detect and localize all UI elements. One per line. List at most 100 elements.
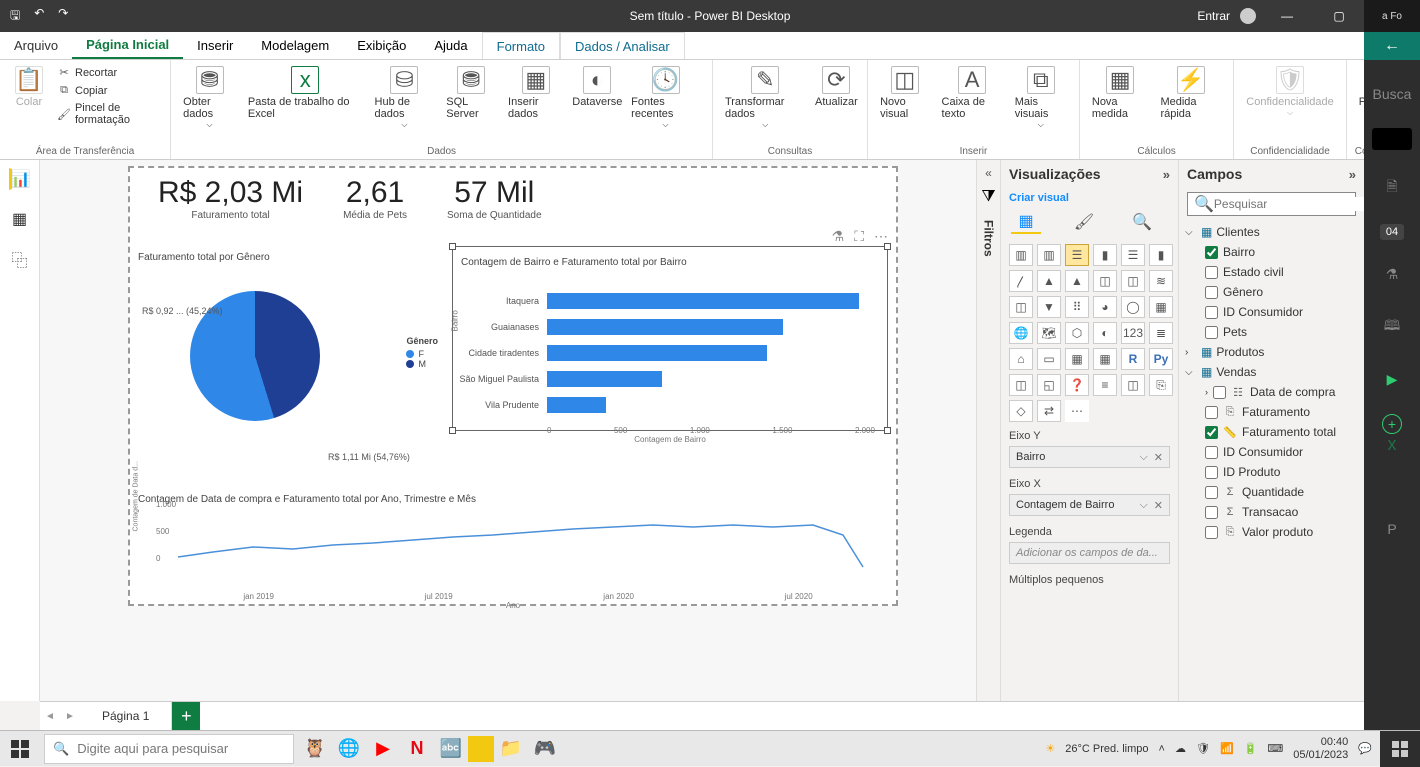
viz-card[interactable]: 123 xyxy=(1121,322,1145,344)
kpi-faturamento[interactable]: R$ 2,03 MiFaturamento total xyxy=(158,176,303,221)
enter-data-button[interactable]: ▦Inserir dados xyxy=(504,64,567,146)
text-box-button[interactable]: ACaixa de texto xyxy=(938,64,1007,146)
taskbar-netflix-icon[interactable]: N xyxy=(400,732,434,766)
focus-mode-icon[interactable]: ⛶ xyxy=(854,228,864,245)
tray-battery-icon[interactable]: 🔋 xyxy=(1244,742,1258,755)
viz-matrix[interactable]: ▦ xyxy=(1093,348,1117,370)
viz-narrative[interactable]: ≡ xyxy=(1093,374,1117,396)
field-faturamento[interactable]: ⎘Faturamento xyxy=(1183,402,1360,422)
page-tab-1[interactable]: Página 1 xyxy=(80,702,172,730)
ext-excel-icon[interactable]: x xyxy=(1388,434,1397,455)
viz-donut[interactable]: ◯ xyxy=(1121,296,1145,318)
viz-stacked-bar[interactable]: ▥ xyxy=(1009,244,1033,266)
viz-100-bar[interactable]: ☰ xyxy=(1121,244,1145,266)
resize-handle[interactable] xyxy=(449,427,456,434)
resize-handle[interactable] xyxy=(449,243,456,250)
table-clientes[interactable]: ⌵▦Clientes xyxy=(1183,222,1360,242)
data-hub-button[interactable]: ⛁Hub de dados⌵ xyxy=(371,64,439,146)
viz-stacked-area[interactable]: ▲ xyxy=(1065,270,1089,292)
viz-goals[interactable]: ◫ xyxy=(1121,374,1145,396)
taskbar-cortana-icon[interactable]: 🦉 xyxy=(298,732,332,766)
remove-field-icon[interactable]: ✕ xyxy=(1154,499,1163,512)
ext-flask-icon[interactable]: ⚗ xyxy=(1380,260,1405,289)
ext-dark-icon[interactable] xyxy=(1372,128,1412,150)
ext-search-label[interactable]: Busca xyxy=(1367,80,1418,108)
weather-icon[interactable]: ☀ xyxy=(1045,742,1055,755)
minimize-icon[interactable]: — xyxy=(1266,0,1308,32)
pie-chart-visual[interactable]: Faturamento total por Gênero R$ 0,92 ...… xyxy=(138,246,448,466)
field-quantidade[interactable]: ΣQuantidade xyxy=(1183,482,1360,502)
fields-search[interactable]: 🔍 xyxy=(1187,192,1356,216)
line-chart-visual[interactable]: Contagem de Data de compra e Faturamento… xyxy=(138,488,888,598)
viz-map[interactable]: 🌐 xyxy=(1009,322,1033,344)
start-button[interactable] xyxy=(0,731,40,767)
viz-clustered-column[interactable]: ▮ xyxy=(1093,244,1117,266)
system-clock[interactable]: 00:4005/01/2023 xyxy=(1293,736,1348,760)
remove-field-icon[interactable]: ✕ xyxy=(1154,451,1163,464)
cut-button[interactable]: ✂Recortar xyxy=(57,66,159,79)
field-transacao[interactable]: ΣTransacao xyxy=(1183,502,1360,522)
viz-qa[interactable]: ❓ xyxy=(1065,374,1089,396)
viz-gauge[interactable]: ◐ xyxy=(1093,322,1117,344)
excel-button[interactable]: xPasta de trabalho do Excel xyxy=(244,64,367,146)
menu-home[interactable]: Página Inicial xyxy=(72,32,183,59)
model-view-icon[interactable]: ⿻ xyxy=(9,248,31,270)
filters-pane-collapsed[interactable]: « ⧩ Filtros xyxy=(976,160,1000,701)
viz-area[interactable]: ▲ xyxy=(1037,270,1061,292)
report-canvas[interactable]: R$ 2,03 MiFaturamento total 2,61Média de… xyxy=(40,160,1000,701)
field-estado-civil[interactable]: Estado civil xyxy=(1183,262,1360,282)
resize-handle[interactable] xyxy=(884,427,891,434)
viz-key-influencers[interactable]: ◫ xyxy=(1009,374,1033,396)
ext-play-icon[interactable]: ▶ xyxy=(1381,365,1404,394)
viz-power-apps[interactable]: ◇ xyxy=(1009,400,1033,422)
viz-table[interactable]: ▦ xyxy=(1065,348,1089,370)
sql-button[interactable]: ⛃SQL Server xyxy=(442,64,500,146)
chevron-right-icon[interactable]: » xyxy=(1163,167,1170,182)
resize-handle[interactable] xyxy=(884,243,891,250)
viz-pie[interactable]: ◕ xyxy=(1093,296,1117,318)
taskbar-translate-icon[interactable]: 🔤 xyxy=(434,732,468,766)
menu-view[interactable]: Exibição xyxy=(343,32,420,59)
format-visual-tab-icon[interactable]: 🖌 xyxy=(1069,210,1099,234)
viz-multi-card[interactable]: ≣ xyxy=(1149,322,1173,344)
chevron-down-icon[interactable]: ⌵ xyxy=(1139,499,1147,512)
field-faturamento-total[interactable]: 📏Faturamento total xyxy=(1183,422,1360,442)
field-genero[interactable]: Gênero xyxy=(1183,282,1360,302)
undo-icon[interactable]: ↶ xyxy=(34,6,44,27)
dataverse-button[interactable]: ◐Dataverse xyxy=(571,64,623,146)
page-prev-icon[interactable]: ◄ xyxy=(40,702,60,730)
menu-insert[interactable]: Inserir xyxy=(183,32,247,59)
new-visual-button[interactable]: ◫Novo visual xyxy=(876,64,933,146)
avatar-icon[interactable] xyxy=(1240,8,1256,24)
get-data-button[interactable]: ⛃Obter dados⌵ xyxy=(179,64,240,146)
taskbar-app-icon[interactable]: 🎮 xyxy=(528,732,562,766)
menu-data[interactable]: Dados / Analisar xyxy=(560,32,685,59)
ext-book-icon[interactable]: 🕮 xyxy=(1378,309,1407,345)
viz-ribbon[interactable]: ≋ xyxy=(1149,270,1173,292)
save-icon[interactable]: 🖫 xyxy=(10,6,20,27)
viz-clustered-bar[interactable]: ☰ xyxy=(1065,244,1089,266)
field-id-consumidor[interactable]: ID Consumidor xyxy=(1183,302,1360,322)
taskbar-chrome-icon[interactable]: 🌐 xyxy=(332,732,366,766)
menu-model[interactable]: Modelagem xyxy=(247,32,343,59)
page-next-icon[interactable]: ► xyxy=(60,702,80,730)
table-produtos[interactable]: ›▦Produtos xyxy=(1183,342,1360,362)
viz-slicer[interactable]: ▭ xyxy=(1037,348,1061,370)
well-legend[interactable]: Adicionar os campos de da... xyxy=(1009,542,1170,564)
weather-text[interactable]: 26°C Pred. limpo xyxy=(1065,743,1148,755)
report-page[interactable]: R$ 2,03 MiFaturamento total 2,61Média de… xyxy=(128,166,898,606)
menu-format[interactable]: Formato xyxy=(482,32,560,59)
taskbar-powerbi-icon[interactable] xyxy=(468,736,494,762)
tray-keyboard-icon[interactable]: ⌨ xyxy=(1267,742,1283,755)
build-visual-tab-icon[interactable]: ▦ xyxy=(1011,210,1041,234)
ext-doc-icon[interactable]: 🗎 xyxy=(1380,170,1403,206)
viz-line[interactable]: 〳 xyxy=(1009,270,1033,292)
viz-100-column[interactable]: ▮ xyxy=(1149,244,1173,266)
viz-line-column2[interactable]: ◫ xyxy=(1121,270,1145,292)
new-measure-button[interactable]: ▦Nova medida xyxy=(1088,64,1153,146)
taskbar-right-win-icon[interactable] xyxy=(1380,731,1420,767)
chevron-left-icon[interactable]: « xyxy=(985,166,992,180)
viz-paginated[interactable]: ⎘ xyxy=(1149,374,1173,396)
report-view-icon[interactable]: 📊 xyxy=(9,168,31,190)
signin-link[interactable]: Entrar xyxy=(1197,9,1230,23)
